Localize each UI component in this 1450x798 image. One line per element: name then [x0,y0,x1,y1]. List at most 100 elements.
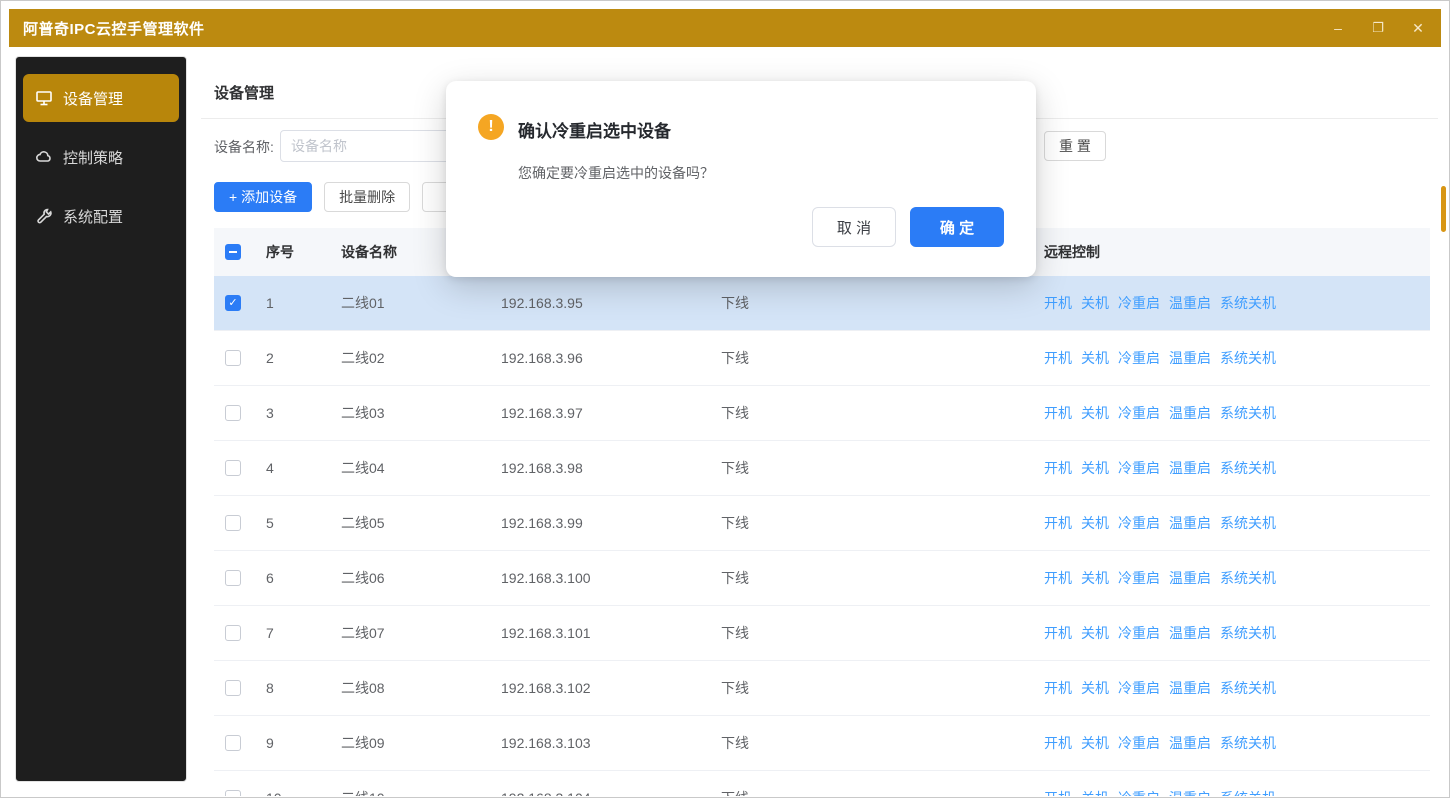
remote-action-link[interactable]: 开机 [1044,348,1072,368]
remote-action-link[interactable]: 温重启 [1169,733,1211,753]
cancel-button[interactable]: 取 消 [812,207,896,247]
remote-action-link[interactable]: 冷重启 [1118,403,1160,423]
batch-delete-button[interactable]: 批量删除 [324,182,410,212]
remote-action-link[interactable]: 开机 [1044,733,1072,753]
row-checkbox[interactable] [225,680,241,696]
remote-actions: 开机关机冷重启温重启系统关机 [1032,678,1430,698]
remote-action-link[interactable]: 系统关机 [1220,568,1276,588]
remote-action-link[interactable]: 开机 [1044,458,1072,478]
remote-action-link[interactable]: 系统关机 [1220,293,1276,313]
remote-action-link[interactable]: 温重启 [1169,513,1211,533]
device-ip: 192.168.3.96 [490,350,710,366]
remote-action-link[interactable]: 系统关机 [1220,458,1276,478]
remote-action-link[interactable]: 冷重启 [1118,458,1160,478]
remote-action-link[interactable]: 温重启 [1169,623,1211,643]
remote-action-link[interactable]: 系统关机 [1220,513,1276,533]
remote-action-link[interactable]: 温重启 [1169,293,1211,313]
remote-action-link[interactable]: 冷重启 [1118,568,1160,588]
device-status: 下线 [710,513,1032,533]
remote-action-link[interactable]: 关机 [1081,623,1109,643]
device-ip: 192.168.3.98 [490,460,710,476]
close-icon[interactable]: ✕ [1409,20,1427,37]
remote-action-link[interactable]: 开机 [1044,623,1072,643]
device-status: 下线 [710,458,1032,478]
dialog-message: 您确定要冷重启选中的设备吗？ [518,163,714,183]
app-window: 阿普奇IPC云控手管理软件 – ❐ ✕ 设备管理 控制策略 系统配置 [0,0,1450,798]
remote-action-link[interactable]: 关机 [1081,458,1109,478]
sidebar-item-device-management[interactable]: 设备管理 [23,74,179,122]
remote-actions: 开机关机冷重启温重启系统关机 [1032,568,1430,588]
remote-action-link[interactable]: 温重启 [1169,403,1211,423]
reset-button[interactable]: 重 置 [1044,131,1106,161]
table-row: 5二线05192.168.3.99下线开机关机冷重启温重启系统关机 [214,496,1430,551]
confirm-button[interactable]: 确 定 [910,207,1004,247]
row-checkbox[interactable] [225,790,241,796]
row-checkbox[interactable] [225,570,241,586]
remote-action-link[interactable]: 开机 [1044,678,1072,698]
add-device-button[interactable]: + 添加设备 [214,182,312,212]
remote-action-link[interactable]: 关机 [1081,788,1109,796]
device-ip: 192.168.3.101 [490,625,710,641]
remote-action-link[interactable]: 冷重启 [1118,513,1160,533]
remote-action-link[interactable]: 开机 [1044,788,1072,796]
row-checkbox[interactable] [225,515,241,531]
remote-actions: 开机关机冷重启温重启系统关机 [1032,733,1430,753]
device-name: 二线03 [330,403,490,423]
device-name: 二线07 [330,623,490,643]
remote-action-link[interactable]: 关机 [1081,733,1109,753]
remote-action-link[interactable]: 关机 [1081,513,1109,533]
remote-action-link[interactable]: 冷重启 [1118,733,1160,753]
remote-action-link[interactable]: 冷重启 [1118,348,1160,368]
device-name-filter-label: 设备名称: [214,137,274,157]
remote-action-link[interactable]: 冷重启 [1118,293,1160,313]
remote-action-link[interactable]: 关机 [1081,348,1109,368]
select-all-checkbox[interactable] [225,244,241,260]
minimize-icon[interactable]: – [1329,20,1347,36]
remote-action-link[interactable]: 关机 [1081,568,1109,588]
device-status: 下线 [710,733,1032,753]
header-index: 序号 [252,242,330,262]
maximize-icon[interactable]: ❐ [1369,20,1387,36]
dialog-title: 确认冷重启选中设备 [518,117,671,142]
sidebar-item-system-config[interactable]: 系统配置 [23,192,179,240]
remote-action-link[interactable]: 温重启 [1169,788,1211,796]
row-checkbox[interactable]: ✓ [225,295,241,311]
remote-actions: 开机关机冷重启温重启系统关机 [1032,623,1430,643]
remote-action-link[interactable]: 系统关机 [1220,788,1276,796]
remote-action-link[interactable]: 系统关机 [1220,623,1276,643]
remote-action-link[interactable]: 系统关机 [1220,733,1276,753]
remote-action-link[interactable]: 冷重启 [1118,678,1160,698]
remote-action-link[interactable]: 开机 [1044,568,1072,588]
remote-action-link[interactable]: 系统关机 [1220,348,1276,368]
remote-action-link[interactable]: 开机 [1044,513,1072,533]
confirm-dialog: ! 确认冷重启选中设备 您确定要冷重启选中的设备吗？ 取 消 确 定 [446,81,1036,277]
row-checkbox[interactable] [225,735,241,751]
table-row: 8二线08192.168.3.102下线开机关机冷重启温重启系统关机 [214,661,1430,716]
row-checkbox[interactable] [225,350,241,366]
remote-action-link[interactable]: 温重启 [1169,568,1211,588]
scrollbar-thumb[interactable] [1441,186,1446,232]
device-name: 二线04 [330,458,490,478]
remote-action-link[interactable]: 温重启 [1169,458,1211,478]
remote-action-link[interactable]: 系统关机 [1220,403,1276,423]
row-checkbox[interactable] [225,405,241,421]
remote-action-link[interactable]: 冷重启 [1118,623,1160,643]
remote-action-link[interactable]: 关机 [1081,403,1109,423]
remote-actions: 开机关机冷重启温重启系统关机 [1032,513,1430,533]
remote-action-link[interactable]: 关机 [1081,293,1109,313]
remote-action-link[interactable]: 开机 [1044,293,1072,313]
row-checkbox[interactable] [225,460,241,476]
remote-action-link[interactable]: 温重启 [1169,348,1211,368]
remote-action-link[interactable]: 温重启 [1169,678,1211,698]
remote-action-link[interactable]: 冷重启 [1118,788,1160,796]
remote-action-link[interactable]: 系统关机 [1220,678,1276,698]
row-checkbox[interactable] [225,625,241,641]
device-ip: 192.168.3.104 [490,790,710,796]
cloud-icon [35,148,53,166]
remote-action-link[interactable]: 关机 [1081,678,1109,698]
device-name: 二线05 [330,513,490,533]
remote-action-link[interactable]: 开机 [1044,403,1072,423]
table-row: 4二线04192.168.3.98下线开机关机冷重启温重启系统关机 [214,441,1430,496]
sidebar-item-control-strategy[interactable]: 控制策略 [23,133,179,181]
table-row: 10二线10192.168.3.104下线开机关机冷重启温重启系统关机 [214,771,1430,796]
